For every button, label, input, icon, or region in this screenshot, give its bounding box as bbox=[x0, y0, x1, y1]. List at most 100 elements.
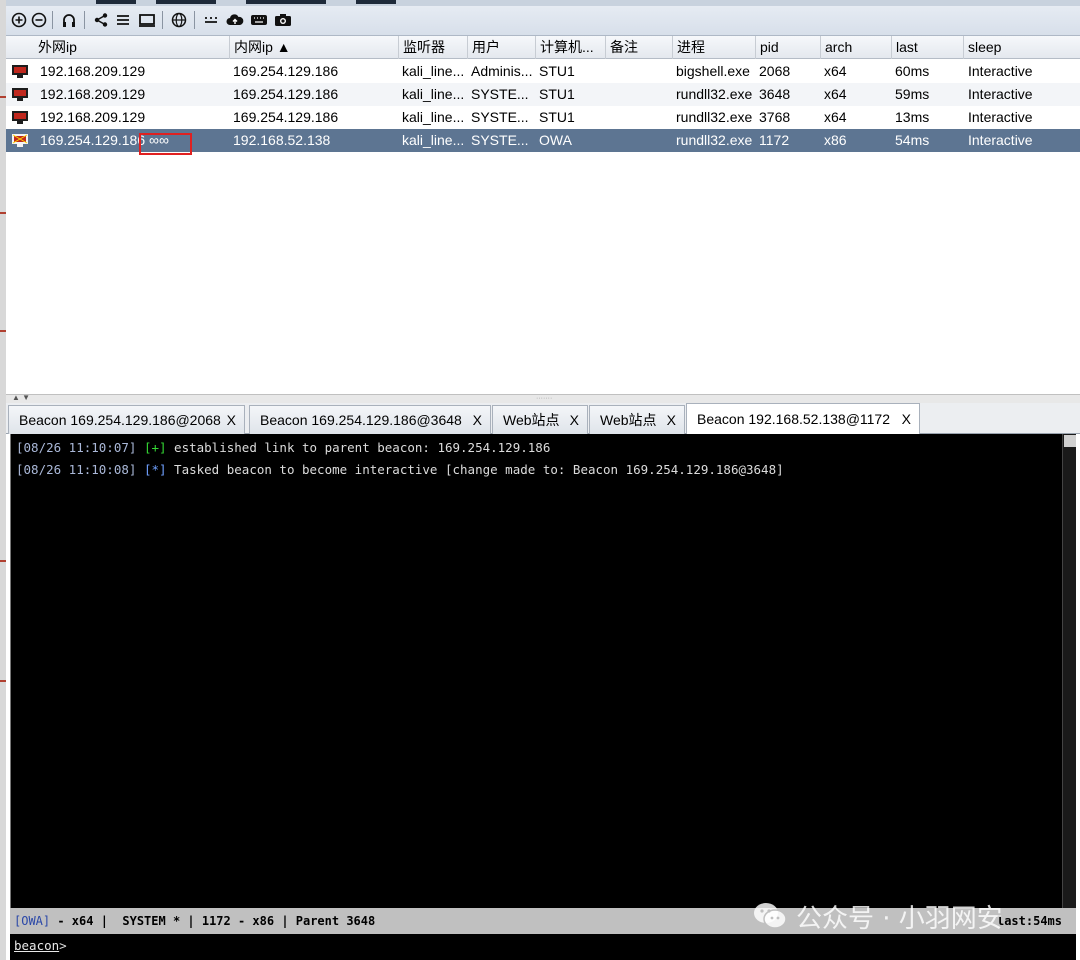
column-header-external-ip[interactable]: 外网ip bbox=[34, 36, 230, 59]
globe-icon[interactable] bbox=[168, 9, 190, 31]
tab-label: Beacon 169.254.129.186@3648 bbox=[260, 412, 462, 428]
cell-internal-ip: 192.168.52.138 bbox=[233, 132, 331, 148]
cell-process: rundll32.exe bbox=[676, 109, 753, 125]
cell-listener: kali_line... bbox=[402, 86, 465, 102]
toolbar-separator bbox=[194, 11, 195, 29]
tab-close-button[interactable]: X bbox=[227, 406, 236, 434]
menu-bar-remnant bbox=[6, 0, 1080, 6]
cell-sleep: Interactive bbox=[968, 86, 1033, 102]
cell-user: SYSTE... bbox=[471, 109, 529, 125]
console-text: Tasked beacon to become interactive [cha… bbox=[166, 462, 784, 477]
list-icon[interactable] bbox=[112, 9, 134, 31]
column-header-last[interactable]: last bbox=[891, 36, 964, 59]
camera-icon[interactable] bbox=[272, 9, 294, 31]
cell-listener: kali_line... bbox=[402, 109, 465, 125]
cell-internal-ip: 169.254.129.186 bbox=[233, 86, 339, 102]
column-header-listener[interactable]: 监听器 bbox=[398, 36, 468, 59]
session-table: 外网ip 内网ip ▲ 监听器 用户 计算机... 备注 进程 pid arch… bbox=[6, 36, 1080, 394]
column-header-computer[interactable]: 计算机... bbox=[535, 36, 606, 59]
console-tag-success: [+] bbox=[143, 440, 167, 455]
tab-web-sites-1[interactable]: Web站点 X bbox=[492, 405, 588, 434]
scroll-up-button[interactable] bbox=[1064, 435, 1076, 447]
cell-computer: STU1 bbox=[539, 86, 575, 102]
cell-pid: 1172 bbox=[759, 132, 790, 148]
cloud-upload-icon[interactable] bbox=[224, 9, 246, 31]
console-timestamp: [08/26 11:10:08] bbox=[16, 462, 137, 477]
tab-label: Web站点 bbox=[503, 412, 560, 428]
status-host: [OWA] bbox=[14, 914, 51, 928]
toolbar-separator bbox=[52, 11, 53, 29]
cell-sleep: Interactive bbox=[968, 63, 1033, 79]
column-header-note[interactable]: 备注 bbox=[605, 36, 673, 59]
cell-computer: STU1 bbox=[539, 63, 575, 79]
cell-last: 59ms bbox=[895, 86, 930, 102]
share-icon[interactable] bbox=[90, 9, 112, 31]
cell-process: rundll32.exe bbox=[676, 132, 753, 148]
command-prompt: beacon bbox=[14, 938, 60, 953]
tab-beacon-1172[interactable]: Beacon 192.168.52.138@1172 X bbox=[686, 403, 920, 434]
console-line: [08/26 11:10:07] [+] established link to… bbox=[16, 440, 550, 455]
cell-external-ip: 192.168.209.129 bbox=[40, 63, 146, 79]
column-header-sleep[interactable]: sleep bbox=[963, 36, 1080, 59]
column-header-arch[interactable]: arch bbox=[820, 36, 892, 59]
tab-close-button[interactable]: X bbox=[473, 406, 482, 434]
add-circle-icon[interactable] bbox=[8, 9, 30, 31]
tab-beacon-2068[interactable]: Beacon 169.254.129.186@2068 X bbox=[8, 405, 245, 434]
status-info: - x64 | SYSTEM * | 1172 - x86 | Parent 3… bbox=[50, 914, 376, 928]
beacon-command-input[interactable]: beacon> bbox=[10, 934, 1076, 960]
tab-beacon-3648[interactable]: Beacon 169.254.129.186@3648 X bbox=[249, 405, 491, 434]
column-header-pid[interactable]: pid bbox=[755, 36, 821, 59]
tab-close-button[interactable]: X bbox=[902, 404, 911, 434]
cell-internal-ip: 169.254.129.186 bbox=[233, 63, 339, 79]
cell-last: 60ms bbox=[895, 63, 930, 79]
status-last: last:54ms bbox=[996, 914, 1062, 928]
watermark-text: 公众号 · 小羽网安 bbox=[796, 903, 1003, 934]
cell-process: bigshell.exe bbox=[676, 63, 750, 79]
console-tag-info: [*] bbox=[143, 462, 167, 477]
cell-sleep: Interactive bbox=[968, 132, 1033, 148]
tab-close-button[interactable]: X bbox=[667, 406, 676, 434]
tab-label: Beacon 192.168.52.138@1172 bbox=[697, 411, 891, 427]
column-header-internal-ip[interactable]: 内网ip ▲ bbox=[229, 36, 399, 59]
column-header-user[interactable]: 用户 bbox=[467, 36, 536, 59]
toolbar-separator bbox=[162, 11, 163, 29]
console-text: established link to parent beacon: 169.2… bbox=[166, 440, 551, 455]
cell-arch: x64 bbox=[824, 109, 847, 125]
table-row[interactable]: 192.168.209.129 169.254.129.186 kali_lin… bbox=[6, 106, 1080, 129]
cell-pid: 3648 bbox=[759, 86, 791, 102]
beacon-linked-monitor-icon bbox=[12, 134, 28, 147]
monitor-icon[interactable] bbox=[136, 9, 158, 31]
table-header: 外网ip 内网ip ▲ 监听器 用户 计算机... 备注 进程 pid arch… bbox=[6, 36, 1080, 59]
table-row[interactable]: 192.168.209.129 169.254.129.186 kali_lin… bbox=[6, 60, 1080, 83]
beacon-monitor-icon bbox=[12, 65, 28, 78]
console-timestamp: [08/26 11:10:07] bbox=[16, 440, 137, 455]
table-row[interactable]: 192.168.209.129 169.254.129.186 kali_lin… bbox=[6, 83, 1080, 106]
cell-user: SYSTE... bbox=[471, 132, 529, 148]
cell-last: 13ms bbox=[895, 109, 930, 125]
tab-close-button[interactable]: X bbox=[570, 406, 579, 434]
cell-listener: kali_line... bbox=[402, 63, 465, 79]
command-caret: > bbox=[59, 938, 67, 953]
collapse-arrows-icon[interactable]: ▲ ▼ bbox=[12, 393, 30, 402]
cell-computer: STU1 bbox=[539, 109, 575, 125]
beacon-console-output[interactable]: [08/26 11:10:07] [+] established link to… bbox=[10, 434, 1076, 908]
console-line: [08/26 11:10:08] [*] Tasked beacon to be… bbox=[16, 462, 784, 477]
splitter-grip-icon: ······· bbox=[536, 395, 553, 402]
toolbar bbox=[6, 0, 1080, 36]
pane-splitter[interactable]: ▲ ▼ ······· bbox=[6, 393, 1080, 403]
remove-circle-icon[interactable] bbox=[28, 9, 50, 31]
tab-web-sites-2[interactable]: Web站点 X bbox=[589, 405, 685, 434]
headphones-icon[interactable] bbox=[58, 9, 80, 31]
column-header-process[interactable]: 进程 bbox=[672, 36, 756, 59]
ellipsis-icon[interactable] bbox=[200, 9, 222, 31]
cell-user: SYSTE... bbox=[471, 86, 529, 102]
red-highlight-box bbox=[139, 133, 192, 155]
cell-sleep: Interactive bbox=[968, 109, 1033, 125]
tab-bar: Beacon 169.254.129.186@2068 X Beacon 169… bbox=[6, 403, 1080, 434]
keyboard-icon[interactable] bbox=[248, 9, 270, 31]
cell-internal-ip: 169.254.129.186 bbox=[233, 109, 339, 125]
cell-pid: 3768 bbox=[759, 109, 791, 125]
cell-pid: 2068 bbox=[759, 63, 791, 79]
cell-arch: x86 bbox=[824, 132, 847, 148]
console-scrollbar[interactable] bbox=[1062, 434, 1076, 908]
